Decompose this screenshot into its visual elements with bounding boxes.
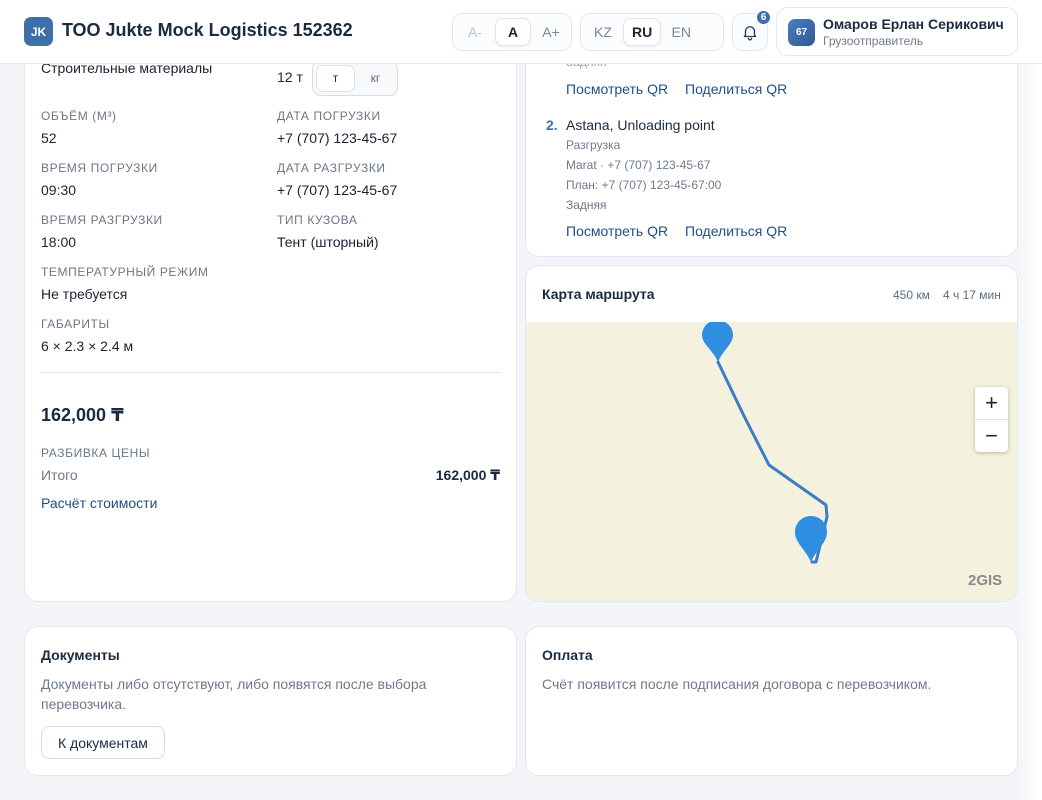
price-total-value: 162,000 ₸	[435, 467, 500, 483]
stop2-side: Задняя	[566, 198, 607, 212]
price-calculation-link[interactable]: Расчёт стоимости	[41, 495, 157, 511]
font-size-switcher: A- A A+	[452, 13, 572, 51]
price-total-label: Итого	[41, 467, 78, 483]
documents-text-line1: Документы либо отсутствуют, либо появятс…	[41, 676, 427, 692]
unloading-time-label: Время разгрузки	[41, 213, 163, 227]
loading-date-value: +7 (707) 123-45-67	[277, 130, 398, 146]
map-canvas[interactable]: + − 2GIS	[526, 322, 1017, 601]
user-profile-button[interactable]: 67 Омаров Ерлан Серикович Грузоотправите…	[776, 7, 1018, 56]
language-switcher: KZ RU EN	[580, 13, 724, 51]
dimensions-value: 6 × 2.3 × 2.4 м	[41, 338, 134, 354]
lang-en-button[interactable]: EN	[663, 18, 699, 46]
font-size-normal-button[interactable]: A	[495, 18, 531, 46]
cargo-details-card: Строительные материалы 12 т т кг Объём (…	[24, 20, 517, 602]
route-map-card: Карта маршрута 450 км 4 ч 17 мин + − 2GI…	[525, 265, 1018, 602]
map-provider-logo[interactable]: 2GIS	[968, 572, 1002, 589]
stop2-view-qr-link[interactable]: Посмотреть QR	[566, 223, 668, 239]
unit-option-kg[interactable]: кг	[357, 65, 394, 92]
bell-icon	[743, 26, 757, 41]
route-map-svg	[702, 322, 829, 564]
payment-title: Оплата	[542, 647, 593, 663]
documents-title: Документы	[41, 647, 120, 663]
to-documents-button[interactable]: К документам	[41, 726, 165, 759]
stop2-share-qr-link[interactable]: Поделиться QR	[685, 223, 787, 239]
volume-value: 52	[41, 130, 57, 146]
weight-unit-toggle[interactable]: т кг	[312, 60, 398, 96]
stop2-title: Astana, Unloading point	[566, 117, 715, 133]
documents-card: Документы Документы либо отсутствуют, ли…	[24, 626, 517, 776]
volume-label: Объём (м³)	[41, 109, 117, 123]
stop2-number: 2.	[546, 117, 558, 133]
temperature-label: Температурный режим	[41, 265, 209, 279]
stop2-type: Разгрузка	[566, 138, 621, 152]
loading-time-value: 09:30	[41, 182, 77, 198]
dimensions-label: Габариты	[41, 317, 110, 331]
route-distance: 450 км	[893, 288, 930, 302]
lang-ru-button[interactable]: RU	[623, 18, 662, 46]
map-title: Карта маршрута	[542, 286, 655, 302]
weight-value: 12 т	[277, 69, 303, 85]
top-header: JK ТОО Jukte Mock Logistics 152362 A- A …	[0, 0, 1042, 64]
temperature-value: Не требуется	[41, 286, 128, 302]
unit-option-t[interactable]: т	[316, 64, 355, 92]
company-logo[interactable]: JK	[24, 17, 53, 46]
body-type-value: Тент (шторный)	[277, 234, 379, 250]
route-duration: 4 ч 17 мин	[943, 288, 1001, 302]
scroll-fade-overlay	[1018, 64, 1042, 800]
stop1-view-qr-link[interactable]: Посмотреть QR	[566, 81, 668, 97]
notifications-badge: 6	[756, 10, 771, 25]
documents-text-line2: перевозчика.	[41, 696, 127, 712]
zoom-in-button[interactable]: +	[975, 387, 1008, 419]
user-name: Омаров Ерлан Серикович	[823, 16, 1004, 32]
payment-text: Счёт появится после подписания договора …	[542, 676, 932, 692]
font-size-decrease-button[interactable]: A-	[457, 18, 493, 46]
stop2-contact: Marat · +7 (707) 123-45-67	[566, 158, 711, 172]
unloading-date-value: +7 (707) 123-45-67	[277, 182, 398, 198]
zoom-out-button[interactable]: −	[975, 419, 1008, 451]
lang-kz-button[interactable]: KZ	[585, 18, 621, 46]
company-name: ТОО Jukte Mock Logistics 152362	[62, 20, 353, 40]
loading-time-label: Время погрузки	[41, 161, 158, 175]
map-zoom-controls: + −	[975, 387, 1008, 452]
origin-marker-icon	[702, 322, 733, 362]
stop1-share-qr-link[interactable]: Поделиться QR	[685, 81, 787, 97]
loading-date-label: Дата погрузки	[277, 109, 381, 123]
unloading-date-label: Дата разгрузки	[277, 161, 386, 175]
avatar: 67	[788, 19, 815, 46]
unloading-time-value: 18:00	[41, 234, 77, 250]
section-divider	[41, 372, 501, 373]
payment-card: Оплата Счёт появится после подписания до…	[525, 626, 1018, 776]
price-breakdown-label: Разбивка цены	[41, 446, 151, 460]
body-type-label: Тип кузова	[277, 213, 358, 227]
font-size-increase-button[interactable]: A+	[533, 18, 569, 46]
destination-marker-icon	[795, 516, 827, 562]
price-total: 162,000 ₸	[41, 405, 124, 425]
stop2-plan: План: +7 (707) 123-45-67:00	[566, 178, 722, 192]
user-role: Грузоотправитель	[823, 34, 924, 48]
